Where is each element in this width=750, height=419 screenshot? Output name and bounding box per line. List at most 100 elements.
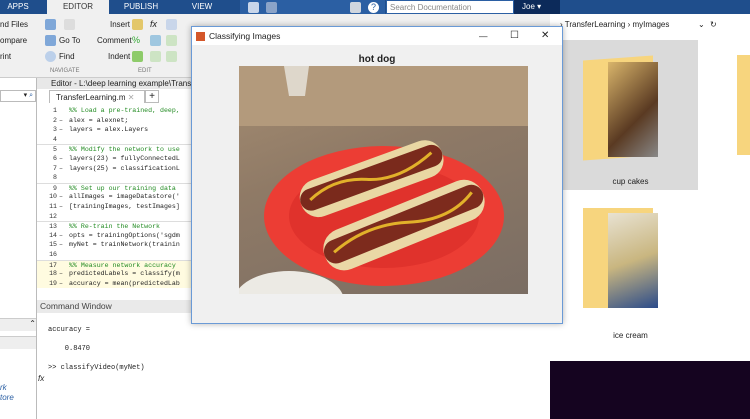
code-line[interactable]: 12 — [37, 212, 192, 222]
line-number: 19 — [49, 279, 57, 287]
new-tab-button[interactable]: + — [145, 90, 159, 103]
code-line[interactable]: 7– layers(25) = classificationL — [37, 164, 192, 174]
code-text: [trainingImages, testImages] — [69, 202, 180, 210]
breakpoint-marker[interactable]: – — [59, 154, 69, 164]
tab-view[interactable]: VIEW — [172, 0, 232, 14]
code-line[interactable]: 6– layers(23) = fullyConnectedL — [37, 154, 192, 164]
video-frame — [239, 66, 528, 294]
breakpoint-marker[interactable]: – — [59, 125, 69, 135]
user-menu[interactable]: Joe ▾ — [514, 0, 560, 14]
line-number: 12 — [49, 212, 57, 220]
code-text: alex = alexnet; — [69, 116, 129, 124]
code-line[interactable]: 3– layers = alex.Layers — [37, 125, 192, 135]
indent-button[interactable]: Indent — [108, 52, 130, 61]
breadcrumb-item[interactable]: myImages — [632, 20, 669, 29]
new-icon[interactable] — [248, 2, 259, 13]
code-line[interactable]: 8 — [37, 173, 192, 183]
code-text: allImages = imageDatastore(' — [69, 193, 180, 201]
search-icon[interactable]: ⌕ — [29, 92, 33, 99]
smart-indent-icon[interactable] — [132, 51, 143, 62]
breadcrumb: › TransferLearning › myImages ⌄ ↻ — [560, 18, 750, 32]
path-dropdown[interactable]: ▾ ⌕ — [0, 90, 36, 102]
insert-button[interactable]: Insert — [110, 20, 130, 29]
insert-icon[interactable] — [166, 19, 177, 30]
breadcrumb-item[interactable]: TransferLearning — [565, 20, 626, 29]
save-icon[interactable] — [266, 2, 277, 13]
close-tab-icon[interactable]: ✕ — [128, 93, 135, 102]
prediction-label: hot dog — [358, 54, 396, 65]
outdent-icon[interactable] — [166, 51, 177, 62]
comment-button[interactable]: Comment — [97, 36, 132, 45]
code-line[interactable]: 16 — [37, 250, 192, 260]
breakpoint-marker[interactable]: – — [59, 269, 69, 279]
find-files-button[interactable]: nd Files — [0, 20, 28, 29]
print-button[interactable]: rint — [0, 52, 11, 61]
quick-access-toolbar: ? — [240, 0, 385, 14]
find-button[interactable]: Find — [59, 52, 75, 61]
link-item[interactable]: tore — [0, 393, 14, 402]
wrap-comment-icon[interactable] — [166, 35, 177, 46]
command-line[interactable]: >> classifyVideo(myNet) — [48, 364, 145, 372]
code-line[interactable]: 10– allImages = imageDatastore(' — [37, 192, 192, 202]
code-line[interactable]: 17%% Measure network accuracy — [37, 259, 192, 270]
close-button[interactable]: ✕ — [541, 27, 549, 45]
minimize-button[interactable]: — — [479, 27, 488, 45]
user-name: Joe — [522, 2, 535, 11]
insert-section-icon[interactable] — [132, 19, 143, 30]
breakpoint-marker[interactable]: – — [59, 164, 69, 174]
tab-transferlearning[interactable]: TransferLearning.m ✕ — [49, 90, 145, 103]
breakpoint-marker[interactable]: – — [59, 116, 69, 126]
code-text: layers = alex.Layers — [69, 126, 149, 134]
tab-editor[interactable]: EDITOR — [47, 0, 109, 14]
output-line: accuracy = — [48, 326, 91, 334]
breakpoint-marker[interactable]: – — [59, 192, 69, 202]
folder-icon[interactable] — [737, 55, 750, 155]
code-line[interactable]: 15– myNet = trainNetwork(trainin — [37, 240, 192, 250]
uncomment-icon[interactable] — [150, 35, 161, 46]
breakpoint-marker[interactable]: – — [59, 279, 69, 289]
line-number: 8 — [53, 174, 57, 182]
tab-publish[interactable]: PUBLISH — [110, 0, 172, 14]
workspace-header — [0, 336, 36, 349]
refresh-icon[interactable]: ↻ — [710, 18, 717, 32]
code-line[interactable]: 19– accuracy = mean(predictedLab — [37, 278, 192, 289]
folder-preview — [608, 62, 658, 157]
folder-preview — [608, 213, 658, 308]
tab-apps[interactable]: APPS — [0, 0, 36, 14]
indent-icon[interactable] — [150, 51, 161, 62]
line-number: 15 — [49, 241, 57, 249]
back-arrow-icon[interactable] — [45, 19, 56, 30]
forward-arrow-icon[interactable] — [64, 19, 75, 30]
chevron-down-icon[interactable]: ⌄ — [698, 18, 705, 32]
matlab-icon — [196, 32, 205, 41]
code-line[interactable]: 4 — [37, 135, 192, 145]
folder-cup-cakes[interactable]: cup cakes — [563, 40, 698, 190]
code-line[interactable]: 18– predictedLabels = classify(m — [37, 269, 192, 279]
go-to-button[interactable]: Go To — [59, 36, 80, 45]
search-documentation-input[interactable]: Search Documentation — [386, 0, 514, 14]
fx-icon[interactable]: fx — [150, 19, 161, 30]
edit-group-label: EDIT — [138, 68, 152, 74]
code-line[interactable]: 14– opts = trainingOptions('sgdm — [37, 231, 192, 241]
code-area[interactable]: 1%% Load a pre-trained, deep, 2– alex = al… — [37, 106, 192, 289]
code-line[interactable]: 9%% Set up our training data — [37, 182, 192, 193]
code-line[interactable]: 5%% Modify the network to use — [37, 144, 192, 154]
code-line[interactable]: 2– alex = alexnet; — [37, 116, 192, 126]
code-line[interactable]: 13%% Re-train the Network — [37, 221, 192, 231]
compare-button[interactable]: ompare — [0, 36, 27, 45]
code-line[interactable]: 11– [trainingImages, testImages] — [37, 202, 192, 212]
breakpoint-marker[interactable]: – — [59, 240, 69, 250]
fx-icon[interactable]: fx — [38, 374, 44, 383]
comment-icon[interactable]: % — [132, 35, 143, 46]
breakpoint-marker[interactable]: – — [59, 231, 69, 241]
code-text: accuracy = mean(predictedLab — [69, 279, 180, 287]
code-line[interactable]: 1 %% Load a pre-trained, deep, — [37, 106, 192, 116]
folder-ice-cream[interactable]: ice cream — [563, 205, 698, 340]
print-icon[interactable] — [350, 2, 361, 13]
help-icon[interactable]: ? — [368, 2, 379, 13]
code-text: myNet = trainNetwork(trainin — [69, 241, 180, 249]
link-item[interactable]: rk — [0, 383, 7, 392]
maximize-button[interactable]: ☐ — [510, 27, 519, 45]
breakpoint-marker[interactable]: – — [59, 202, 69, 212]
collapse-button[interactable]: ⌃ — [0, 318, 36, 331]
